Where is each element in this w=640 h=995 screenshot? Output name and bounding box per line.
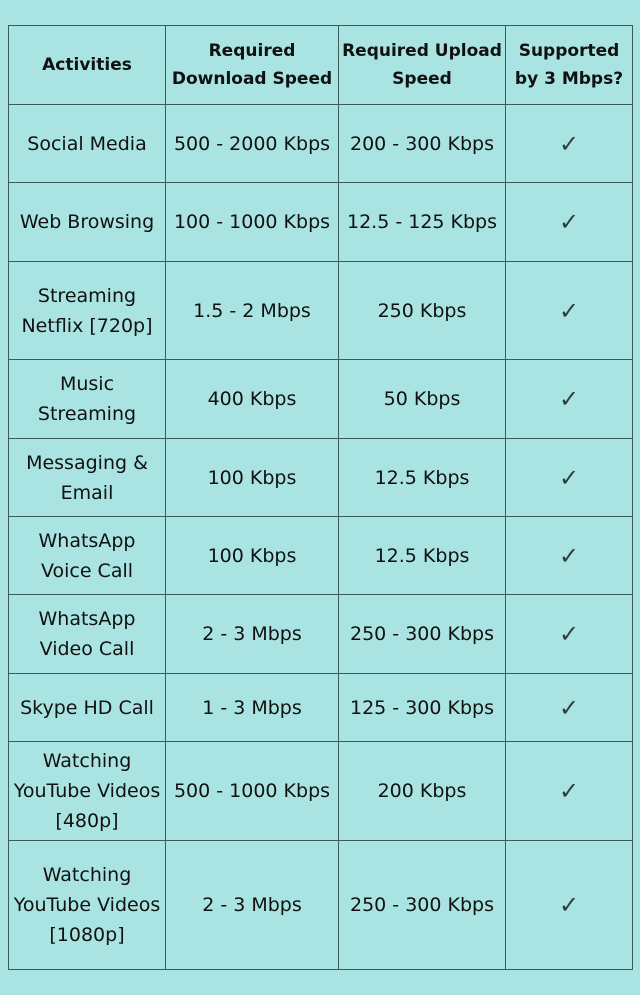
- upload-cell: 200 Kbps: [338, 741, 506, 841]
- activity-cell: WhatsApp Video Call: [8, 594, 166, 674]
- table-row: Music Streaming 400 Kbps 50 Kbps ✓: [8, 359, 633, 439]
- table-row: Watching YouTube Videos [1080p] 2 - 3 Mbp…: [8, 840, 633, 970]
- header-upload: Required Upload Speed: [338, 25, 506, 105]
- download-cell: 500 - 1000 Kbps: [165, 741, 339, 841]
- check-icon: ✓: [505, 438, 633, 517]
- table-row: WhatsApp Voice Call 100 Kbps 12.5 Kbps ✓: [8, 516, 633, 595]
- upload-cell: 50 Kbps: [338, 359, 506, 439]
- download-cell: 500 - 2000 Kbps: [165, 104, 339, 183]
- check-icon: ✓: [505, 359, 633, 439]
- table-row: WhatsApp Video Call 2 - 3 Mbps 250 - 300 K…: [8, 594, 633, 674]
- activity-cell: WhatsApp Voice Call: [8, 516, 166, 595]
- check-icon: ✓: [505, 840, 633, 970]
- activity-cell: Messaging & Email: [8, 438, 166, 517]
- activity-cell: Watching YouTube Videos [1080p]: [8, 840, 166, 970]
- table-row: Skype HD Call 1 - 3 Mbps 125 - 300 Kbps ✓: [8, 673, 633, 742]
- upload-cell: 200 - 300 Kbps: [338, 104, 506, 183]
- download-cell: 100 Kbps: [165, 438, 339, 517]
- header-supported: Supported by 3 Mbps?: [505, 25, 633, 105]
- speed-table: Activities Required Download Speed Requi…: [8, 25, 633, 970]
- activity-cell: Streaming Netflix [720p]: [8, 261, 166, 360]
- table-row: Web Browsing 100 - 1000 Kbps 12.5 - 125 Kb…: [8, 182, 633, 262]
- upload-cell: 12.5 - 125 Kbps: [338, 182, 506, 262]
- check-icon: ✓: [505, 594, 633, 674]
- download-cell: 2 - 3 Mbps: [165, 840, 339, 970]
- table-row: Social Media 500 - 2000 Kbps 200 - 300 Kbp…: [8, 104, 633, 183]
- check-icon: ✓: [505, 673, 633, 742]
- header-row: Activities Required Download Speed Requi…: [8, 25, 633, 105]
- activity-cell: Social Media: [8, 104, 166, 183]
- check-icon: ✓: [505, 516, 633, 595]
- table-row: Streaming Netflix [720p] 1.5 - 2 Mbps 250 …: [8, 261, 633, 360]
- download-cell: 1.5 - 2 Mbps: [165, 261, 339, 360]
- table-row: Watching YouTube Videos [480p] 500 - 1000…: [8, 741, 633, 841]
- upload-cell: 250 - 300 Kbps: [338, 840, 506, 970]
- check-icon: ✓: [505, 261, 633, 360]
- download-cell: 400 Kbps: [165, 359, 339, 439]
- activity-cell: Music Streaming: [8, 359, 166, 439]
- check-icon: ✓: [505, 741, 633, 841]
- check-icon: ✓: [505, 182, 633, 262]
- upload-cell: 250 - 300 Kbps: [338, 594, 506, 674]
- activity-cell: Watching YouTube Videos [480p]: [8, 741, 166, 841]
- upload-cell: 12.5 Kbps: [338, 438, 506, 517]
- table-row: Messaging & Email 100 Kbps 12.5 Kbps ✓: [8, 438, 633, 517]
- download-cell: 100 - 1000 Kbps: [165, 182, 339, 262]
- upload-cell: 12.5 Kbps: [338, 516, 506, 595]
- download-cell: 2 - 3 Mbps: [165, 594, 339, 674]
- download-cell: 1 - 3 Mbps: [165, 673, 339, 742]
- header-activities: Activities: [8, 25, 166, 105]
- activity-cell: Web Browsing: [8, 182, 166, 262]
- upload-cell: 125 - 300 Kbps: [338, 673, 506, 742]
- upload-cell: 250 Kbps: [338, 261, 506, 360]
- activity-cell: Skype HD Call: [8, 673, 166, 742]
- download-cell: 100 Kbps: [165, 516, 339, 595]
- header-download: Required Download Speed: [165, 25, 339, 105]
- check-icon: ✓: [505, 104, 633, 183]
